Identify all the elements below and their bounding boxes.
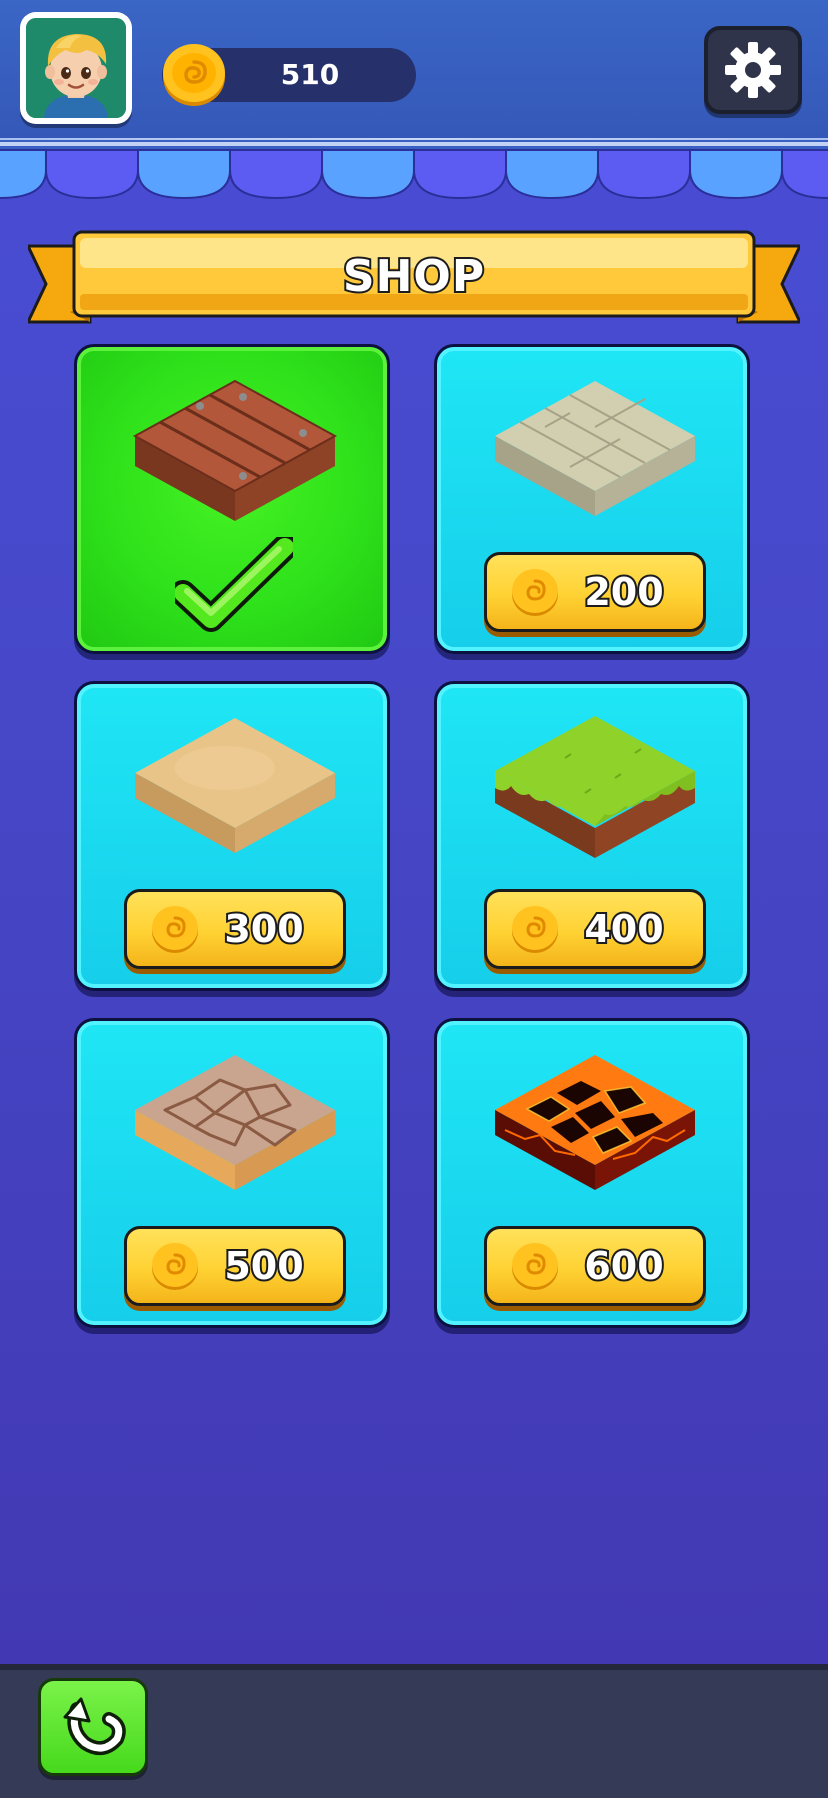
wood-tile-image [132,379,338,521]
lava-tile-image [495,1055,695,1190]
shop-awning [0,140,828,200]
gold-coin-icon [152,1243,198,1290]
gold-coin-icon [512,1243,558,1290]
player-avatar[interactable] [20,12,132,124]
shop-item-sand[interactable]: 300 [74,681,390,991]
shop-item-lava[interactable]: 600 [434,1018,750,1328]
shop-item-cracked-stone[interactable]: 500 [74,1018,390,1328]
buy-button[interactable]: 300 [124,889,346,969]
back-arrow-icon [63,1697,126,1756]
buy-button[interactable]: 600 [484,1226,706,1306]
gold-coin-icon [152,906,198,953]
back-button[interactable] [38,1678,148,1776]
gold-coin-icon [163,44,225,106]
gold-coin-icon [512,569,558,616]
price-label: 200 [582,568,665,616]
settings-button[interactable] [704,26,802,114]
buy-button[interactable]: 400 [484,889,706,969]
shop-item-wood[interactable] [74,344,390,654]
buy-button[interactable]: 200 [484,552,706,632]
gear-icon [725,42,781,98]
sand-tile-image [135,718,335,853]
stone-brick-tile-image [495,381,695,516]
grass-tile-image [495,716,695,858]
coin-count: 510 [280,58,340,91]
cracked-stone-tile-image [135,1055,335,1190]
price-label: 500 [222,1242,305,1290]
checkmark-icon [175,537,293,632]
gold-coin-icon [512,906,558,953]
shop-item-stone-brick[interactable]: 200 [434,344,750,654]
shop-title: SHOP [341,249,486,304]
price-label: 600 [582,1242,665,1290]
price-label: 400 [582,905,665,953]
shop-screen: 510 SHOP 200 300 400 500 600 [0,0,828,1798]
boy-avatar-icon [26,18,126,118]
price-label: 300 [222,905,305,953]
shop-item-grass[interactable]: 400 [434,681,750,991]
buy-button[interactable]: 500 [124,1226,346,1306]
